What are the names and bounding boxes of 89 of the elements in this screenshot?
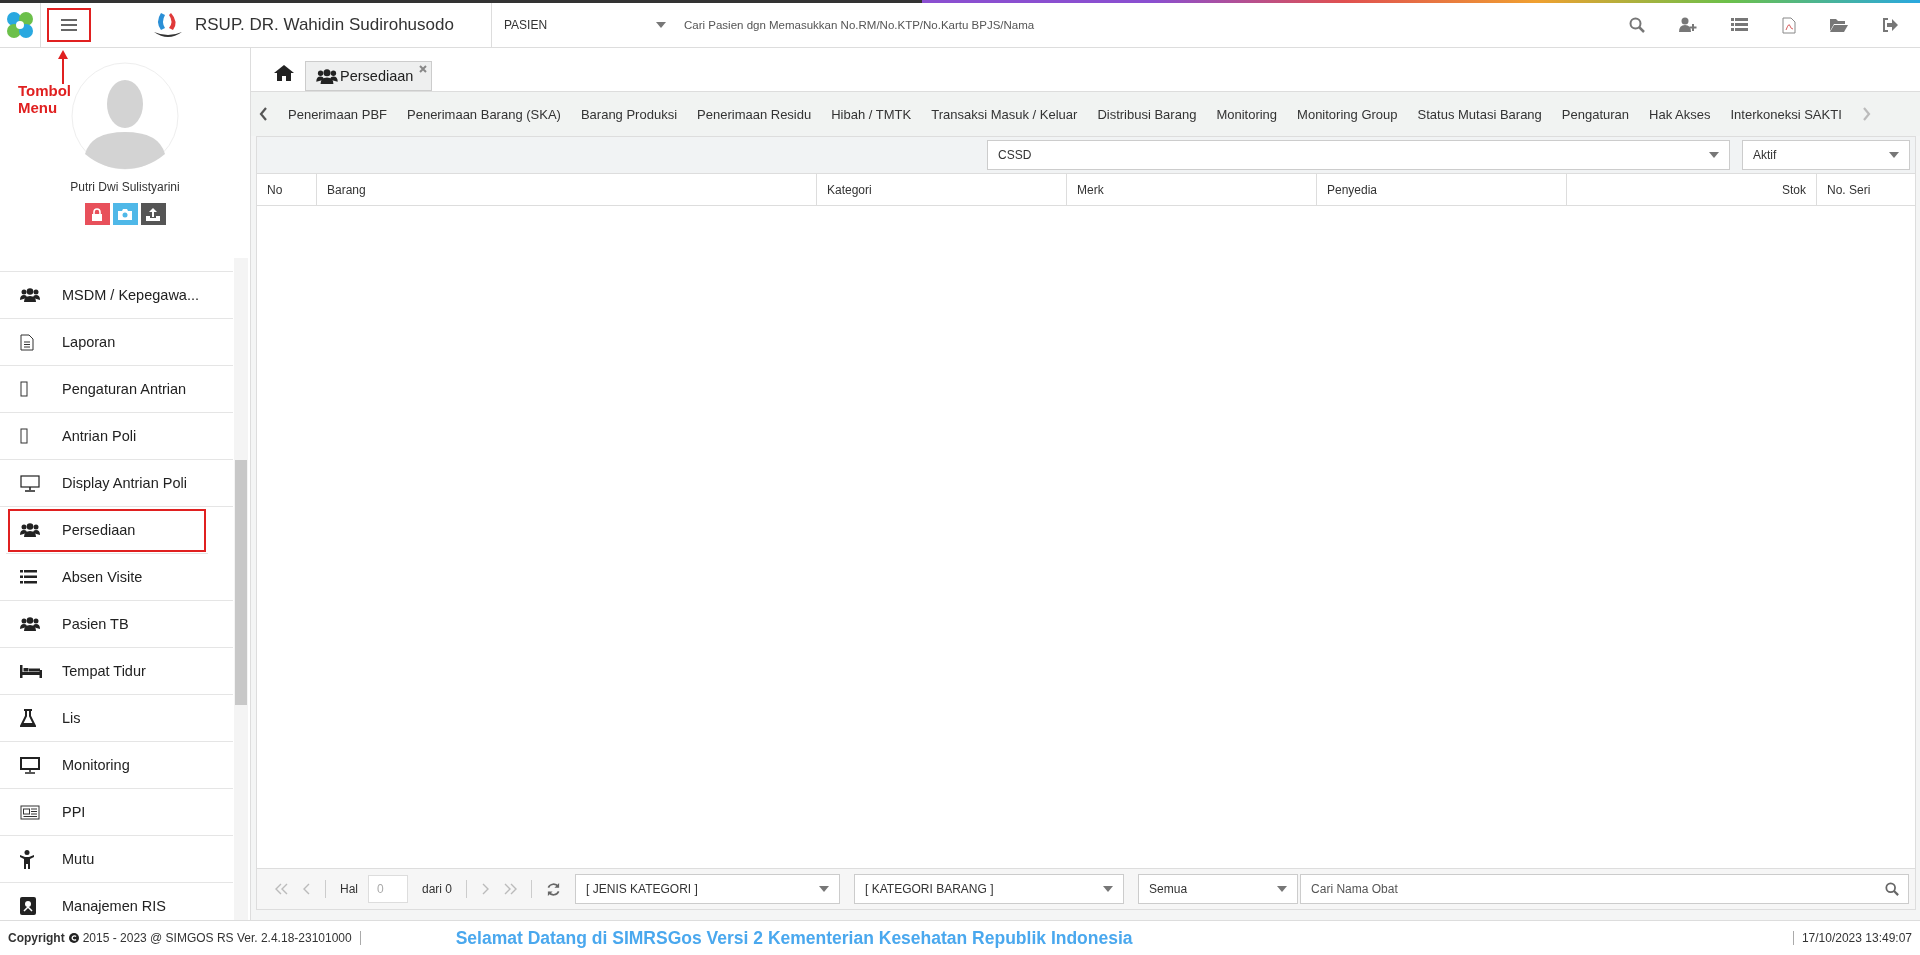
bed-icon <box>20 664 42 678</box>
subnav-tab[interactable]: Monitoring Group <box>1297 106 1398 122</box>
hospital-name: RSUP. DR. Wahidin Sudirohusodo <box>195 15 454 35</box>
copyright-text: Copyright 2015 - 2023 @ SIMGOS RS Ver. 2.4.18-23101000 <box>8 931 361 945</box>
sidebar-item[interactable]: MSDM / Kepegawa... <box>0 272 233 319</box>
scrollbar[interactable] <box>234 258 248 920</box>
menu-button[interactable] <box>47 8 91 42</box>
chevron-left-icon[interactable] <box>259 107 268 121</box>
refresh-icon[interactable] <box>546 881 562 897</box>
subnav-tab[interactable]: Penerimaan Barang (SKA) <box>407 106 561 122</box>
subnav-tab[interactable]: Pengaturan <box>1561 106 1630 122</box>
menu-icon <box>61 18 77 32</box>
column-header: Penyedia <box>1317 174 1567 205</box>
sidebar-item[interactable]: Absen Visite <box>0 554 233 601</box>
search-icon[interactable] <box>1885 882 1899 896</box>
id-badge-icon <box>20 897 36 915</box>
sidebar-item[interactable]: Monitoring <box>0 742 233 789</box>
people-icon <box>20 523 40 537</box>
missing-glyph-icon <box>20 381 28 397</box>
subnav-tab[interactable]: Penerimaan Residu <box>697 106 812 122</box>
column-header: Kategori <box>817 174 1067 205</box>
add-user-icon[interactable] <box>1679 17 1697 33</box>
subnav-tab[interactable]: Penerimaan PBF <box>288 106 387 122</box>
page-label: Hal <box>340 882 358 896</box>
sidebar-item[interactable]: Tempat Tidur <box>0 648 233 695</box>
subnav-tab[interactable]: Hak Akses <box>1649 106 1711 122</box>
tab[interactable]: Persediaan <box>305 61 433 91</box>
lock-button[interactable] <box>84 203 110 225</box>
search-type-dropdown[interactable]: PASIEN <box>492 3 676 47</box>
lock-icon <box>91 207 103 221</box>
newspaper-icon <box>20 804 40 820</box>
item-category-dropdown[interactable]: [ KATEGORI BARANG ] <box>854 874 1125 904</box>
subnav-tab[interactable]: Distribusi Barang <box>1097 106 1197 122</box>
sidebar-item[interactable]: Laporan <box>0 319 233 366</box>
annotation-label: Tombol Menu <box>18 82 70 116</box>
tab-label: Persediaan <box>340 68 414 84</box>
date-time: 17/10/2023 13:49:07 <box>1792 931 1912 945</box>
sidebar-item[interactable]: PPI <box>0 789 233 836</box>
subnav-tab[interactable]: Status Mutasi Barang <box>1417 106 1542 122</box>
column-header: Stok <box>1567 174 1817 205</box>
sidebar-item[interactable]: Pengaturan Antrian <box>0 366 233 413</box>
pdf-file-icon[interactable] <box>1782 16 1796 34</box>
welcome-message: Selamat Datang di SIMRSGos Versi 2 Kementerian Kesehatan Republik Indonesia <box>455 927 1134 949</box>
close-icon[interactable] <box>419 65 428 73</box>
folder-icon[interactable] <box>1830 18 1848 32</box>
subnav-tab[interactable]: Transaksi Masuk / Keluar <box>931 106 1078 122</box>
column-header: No <box>257 174 317 205</box>
missing-glyph-icon <box>20 428 28 444</box>
sidebar-item[interactable]: Persediaan <box>6 507 208 554</box>
column-header: No. Seri <box>1826 181 1872 199</box>
people-icon <box>316 68 338 84</box>
subnav-tab[interactable]: Barang Produksi <box>580 106 678 122</box>
list-icon[interactable] <box>1731 18 1748 32</box>
people-icon <box>20 288 40 302</box>
unit-dropdown[interactable]: CSSD <box>987 140 1730 170</box>
page-count-label: dari 0 <box>422 882 453 896</box>
subnav-tab[interactable]: Monitoring <box>1216 106 1278 122</box>
upload-icon <box>146 207 160 221</box>
list-icon <box>20 570 37 584</box>
sidebar-item[interactable]: Manajemen RIS <box>0 883 233 920</box>
sidebar-item[interactable]: Antrian Poli <box>0 413 233 460</box>
monitor-icon <box>20 756 40 774</box>
category-type-dropdown[interactable]: [ JENIS KATEGORI ] <box>575 874 841 904</box>
user-name: Putri Dwi Sulistyarini <box>70 180 180 194</box>
sidebar-item[interactable]: Display Antrian Poli <box>0 460 233 507</box>
status-dropdown[interactable]: Aktif <box>1742 140 1910 170</box>
monitor-icon <box>20 474 40 492</box>
sidebar-item[interactable]: Mutu <box>0 836 233 883</box>
scope-dropdown[interactable]: Semua <box>1138 874 1299 904</box>
column-header: Barang <box>317 174 817 205</box>
sidebar-item[interactable]: Pasien TB <box>0 601 233 648</box>
upload-button[interactable] <box>140 203 166 225</box>
people-icon <box>20 617 40 631</box>
home-icon <box>274 63 294 81</box>
annotation-arrow <box>58 50 68 84</box>
subnav-tab[interactable]: Hibah / TMTK <box>831 106 912 122</box>
subnav-tab[interactable]: Interkoneksi SAKTI <box>1730 106 1842 122</box>
copyright-icon <box>68 933 79 943</box>
sidebar-item[interactable]: Lis <box>0 695 233 742</box>
camera-icon <box>118 208 132 220</box>
logout-icon[interactable] <box>1882 18 1898 32</box>
search-icon[interactable] <box>1629 17 1645 33</box>
medicine-search-field[interactable]: Cari Nama Obat <box>1300 874 1909 904</box>
avatar-silhouette-icon <box>71 62 179 170</box>
person-icon <box>20 849 34 869</box>
document-icon <box>20 333 34 351</box>
column-header: Merk <box>1067 174 1317 205</box>
app-logo-icon <box>5 10 35 40</box>
flask-icon <box>20 708 36 728</box>
